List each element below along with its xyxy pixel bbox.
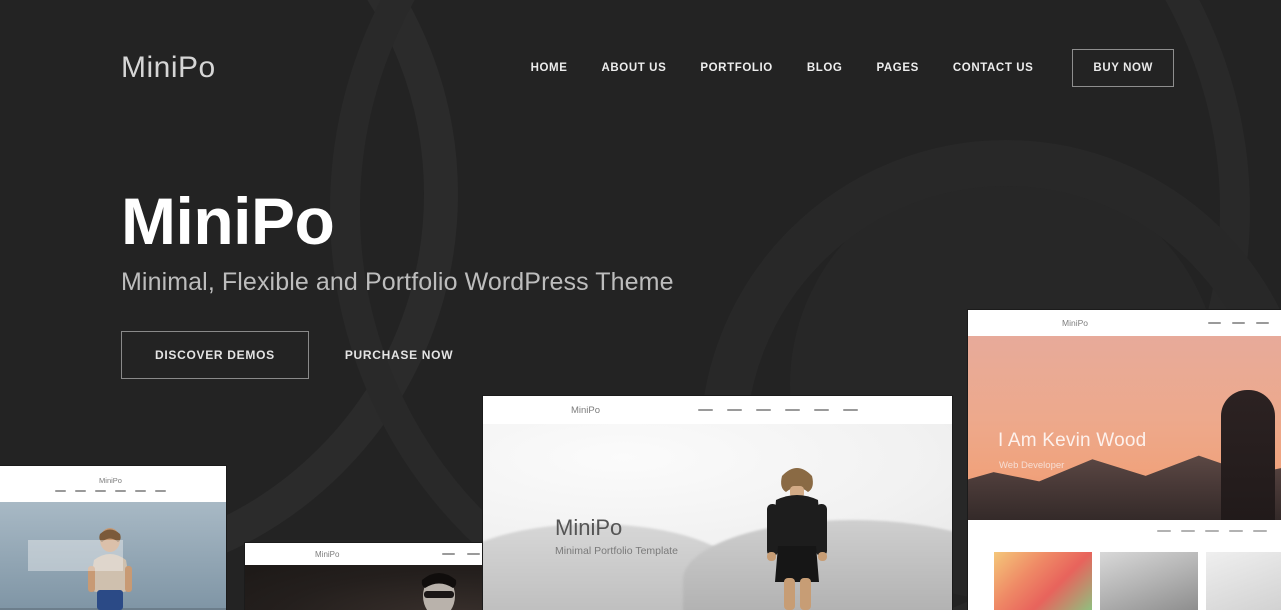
nav-item-about-us[interactable]: ABOUT US xyxy=(585,62,684,74)
mockup-left-hero xyxy=(0,502,226,610)
mockup-right-headline: I Am Kevin Wood xyxy=(998,430,1147,451)
portfolio-card xyxy=(1100,552,1198,610)
mockup-center-nav-item xyxy=(843,408,858,412)
mockup-right-hero: I Am Kevin Wood Web Developer xyxy=(968,336,1281,520)
portfolio-filter-item xyxy=(1181,530,1195,533)
mockup-center-nav-item xyxy=(698,408,713,412)
mockup-right-nav-item xyxy=(1208,321,1221,325)
nav-item-home[interactable]: HOME xyxy=(514,62,585,74)
man-with-sunglasses-silhouette xyxy=(421,573,457,610)
mockup-right-subheadline: Web Developer xyxy=(999,460,1065,471)
portfolio-filter-item xyxy=(1205,530,1219,533)
hero-section: MiniPo Minimal, Flexible and Portfolio W… xyxy=(121,188,674,379)
mockup-right-nav xyxy=(1208,321,1269,325)
buy-now-button[interactable]: BUY NOW xyxy=(1072,49,1174,87)
nav-item-pages[interactable]: PAGES xyxy=(859,62,935,74)
mockup-left-overlay-box xyxy=(28,540,123,571)
nav-item-blog[interactable]: BLOG xyxy=(790,62,860,74)
portfolio-card-list xyxy=(994,552,1281,610)
mockup-right-logo: MiniPo xyxy=(1062,318,1088,328)
mockup-left-nav-item xyxy=(135,490,146,492)
mockup-left-nav-item xyxy=(115,490,126,492)
mockup-center-nav-item xyxy=(756,408,771,412)
nav-item-contact-us[interactable]: CONTACT US xyxy=(936,62,1051,74)
person-silhouette xyxy=(1221,390,1275,520)
portfolio-filter-item xyxy=(1157,530,1171,533)
site-header: MiniPo HOME ABOUT US PORTFOLIO BLOG PAGE… xyxy=(0,0,1281,136)
mockup-left-nav-item xyxy=(155,490,166,492)
mockup-center-copy: MiniPo Minimal Portfolio Template xyxy=(555,515,678,558)
main-navigation: HOME ABOUT US PORTFOLIO BLOG PAGES CONTA… xyxy=(514,49,1174,87)
mockup-center-headline: MiniPo xyxy=(555,515,623,540)
mockup-left-nav xyxy=(55,490,166,492)
mockup-dark-nav-item xyxy=(442,553,455,555)
mockup-left-header: MiniPo xyxy=(0,466,226,502)
mockup-dark-logo: MiniPo xyxy=(315,549,340,559)
mockup-center[interactable]: MiniPo MiniPo Minimal Portfolio Template xyxy=(483,396,952,610)
mockup-center-nav-item xyxy=(727,408,742,412)
person-back-silhouette xyxy=(767,468,827,610)
hero-title: MiniPo xyxy=(121,184,335,258)
portfolio-filter-item xyxy=(1229,530,1243,533)
mockup-center-logo: MiniPo xyxy=(571,404,601,416)
hero-actions: DISCOVER DEMOS PURCHASE NOW xyxy=(121,331,674,379)
mockup-left-logo: MiniPo xyxy=(99,476,122,485)
mockup-center-nav-item xyxy=(814,408,829,412)
purchase-now-button[interactable]: PURCHASE NOW xyxy=(337,332,461,378)
mockup-center-subheadline: Minimal Portfolio Template xyxy=(555,545,678,558)
portfolio-card xyxy=(1206,552,1281,610)
mockup-center-nav xyxy=(698,408,858,412)
portfolio-filter-list xyxy=(1157,530,1267,533)
nav-item-portfolio[interactable]: PORTFOLIO xyxy=(683,62,789,74)
mockup-left-nav-item xyxy=(95,490,106,492)
mockup-center-nav-item xyxy=(785,408,800,412)
hero-subtitle: Minimal, Flexible and Portfolio WordPres… xyxy=(121,268,674,296)
mockup-left[interactable]: MiniPo xyxy=(0,466,226,610)
mockup-right-nav-item xyxy=(1232,321,1245,325)
mockup-right-portfolio xyxy=(968,520,1281,610)
mockup-center-hero: MiniPo Minimal Portfolio Template xyxy=(483,424,952,610)
mockup-right[interactable]: MiniPo I Am Kevin Wood Web Developer xyxy=(968,310,1281,610)
portfolio-card xyxy=(994,552,1092,610)
mockup-right-header: MiniPo xyxy=(968,310,1281,336)
discover-demos-button[interactable]: DISCOVER DEMOS xyxy=(121,331,309,379)
mockup-right-nav-item xyxy=(1256,321,1269,325)
mockup-dark-nav-item xyxy=(467,553,480,555)
page-root: MiniPo HOME ABOUT US PORTFOLIO BLOG PAGE… xyxy=(0,0,1281,610)
site-logo[interactable]: MiniPo xyxy=(121,53,216,83)
mockup-left-nav-item xyxy=(75,490,86,492)
portfolio-filter-item xyxy=(1253,530,1267,533)
mockup-center-header: MiniPo xyxy=(483,396,952,424)
mockup-left-nav-item xyxy=(55,490,66,492)
